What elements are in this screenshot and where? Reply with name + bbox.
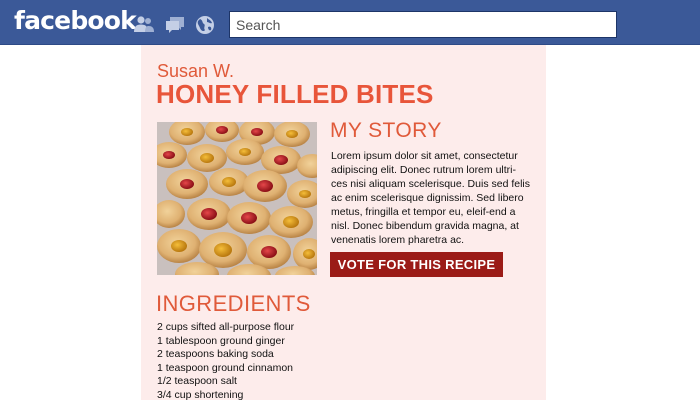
- ingredient-item: 2 cups sifted all-purpose flour: [157, 321, 295, 333]
- ingredients-list: 2 cups sifted all-purpose flour 1 tables…: [157, 321, 294, 400]
- story-text: Lorem ipsum dolor sit amet, consectetur …: [331, 150, 531, 246]
- recipe-title: HONEY FILLED BITES: [156, 79, 434, 109]
- ingredient-item: 3/4 cup shortening: [157, 388, 244, 400]
- globe-icon[interactable]: [194, 14, 216, 36]
- recipe-photo: [157, 122, 317, 275]
- search-input[interactable]: [229, 11, 617, 38]
- vote-button[interactable]: VOTE FOR THIS RECIPE: [330, 252, 503, 277]
- recipe-panel: Susan W. HONEY FILLED BITES MY STORY Lor…: [141, 45, 546, 400]
- story-heading: MY STORY: [330, 119, 442, 142]
- ingredient-item: 1 teaspoon ground cinnamon: [157, 361, 294, 374]
- ingredient-item: 2 teaspoons baking soda: [157, 348, 274, 360]
- messages-icon[interactable]: [164, 14, 186, 36]
- ingredients-heading: INGREDIENTS: [156, 291, 311, 316]
- ingredient-item: 1 tablespoon ground ginger: [157, 334, 285, 347]
- facebook-logo[interactable]: facebook: [14, 6, 137, 35]
- facebook-header: facebook: [0, 0, 700, 45]
- friends-icon[interactable]: [133, 14, 155, 36]
- ingredient-item: 1/2 teaspoon salt: [157, 375, 237, 387]
